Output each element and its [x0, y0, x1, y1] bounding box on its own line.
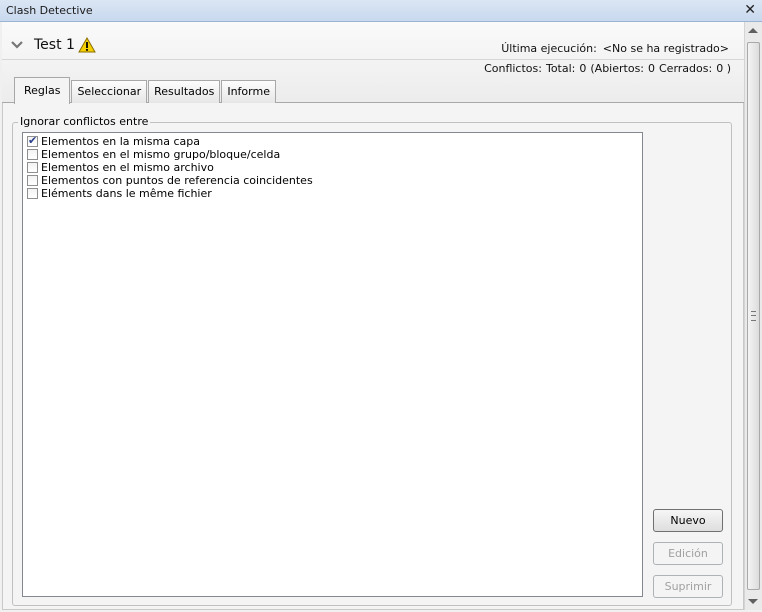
- total-value: 0: [579, 62, 587, 75]
- new-button[interactable]: Nuevo: [653, 509, 723, 532]
- rule-label: Elementos con puntos de referencia coinc…: [41, 174, 313, 187]
- closed-value: 0 ): [716, 62, 731, 75]
- scroll-up-arrow-icon[interactable]: [748, 28, 758, 33]
- rule-label: Elementos en la misma capa: [41, 135, 200, 148]
- rule-checkbox[interactable]: [27, 134, 38, 147]
- closed-label: Cerrados:: [659, 62, 713, 75]
- rules-list[interactable]: Elementos en la misma capa Elementos en …: [22, 132, 643, 597]
- tab-reglas[interactable]: Reglas: [14, 77, 71, 104]
- scroll-down-arrow-icon[interactable]: [748, 599, 758, 604]
- last-run-value: <No se ha registrado>: [602, 42, 729, 55]
- rule-item[interactable]: Elementos en el mismo grupo/bloque/celda: [27, 148, 280, 161]
- rule-item[interactable]: Eléments dans le même fichier: [27, 187, 212, 200]
- conflicts-summary: Conflictos: Total: 0 (Abiertos: 0 Cerrados: 0 …: [480, 62, 731, 75]
- rule-checkbox[interactable]: [27, 149, 38, 160]
- rule-checkbox[interactable]: [27, 162, 38, 173]
- group-label: Ignorar conflictos entre: [18, 115, 151, 128]
- rule-checkbox[interactable]: [27, 175, 38, 186]
- grip-icon: [751, 311, 756, 321]
- scrollbar-thumb[interactable]: [747, 42, 760, 590]
- header-divider: [2, 59, 744, 60]
- total-label: Total:: [545, 62, 576, 75]
- last-run-label: Última ejecución:: [501, 42, 597, 55]
- last-run-status: Última ejecución: <No se ha registrado>: [495, 42, 729, 55]
- conflicts-label: Conflictos:: [484, 62, 542, 75]
- edit-button[interactable]: Edición: [653, 542, 723, 565]
- rule-checkbox[interactable]: [27, 188, 38, 199]
- tab-seleccionar[interactable]: Seleccionar: [71, 80, 148, 103]
- rule-label: Elementos en el mismo grupo/bloque/celda: [41, 148, 281, 161]
- window-title: Clash Detective: [6, 4, 93, 17]
- tab-resultados[interactable]: Resultados: [148, 80, 221, 103]
- open-label: (Abiertos:: [590, 62, 644, 75]
- rule-item[interactable]: Elementos con puntos de referencia coinc…: [27, 174, 313, 187]
- rule-item[interactable]: Elementos en el mismo archivo: [27, 161, 214, 174]
- delete-button[interactable]: Suprimir: [653, 575, 723, 598]
- tab-strip: Reglas Seleccionar Resultados Informe: [14, 75, 277, 104]
- rule-item[interactable]: Elementos en la misma capa: [27, 134, 200, 148]
- close-icon[interactable]: ✕: [744, 2, 756, 18]
- chevron-down-icon[interactable]: [10, 38, 24, 52]
- rule-label: Eléments dans le même fichier: [41, 187, 212, 200]
- open-value: 0: [648, 62, 655, 75]
- vertical-scrollbar[interactable]: [744, 22, 762, 610]
- tab-informe[interactable]: Informe: [221, 80, 276, 103]
- test-name: Test 1: [34, 37, 75, 53]
- warning-icon: [78, 37, 96, 53]
- title-bar: Clash Detective ✕: [0, 0, 762, 22]
- rule-label: Elementos en el mismo archivo: [41, 161, 214, 174]
